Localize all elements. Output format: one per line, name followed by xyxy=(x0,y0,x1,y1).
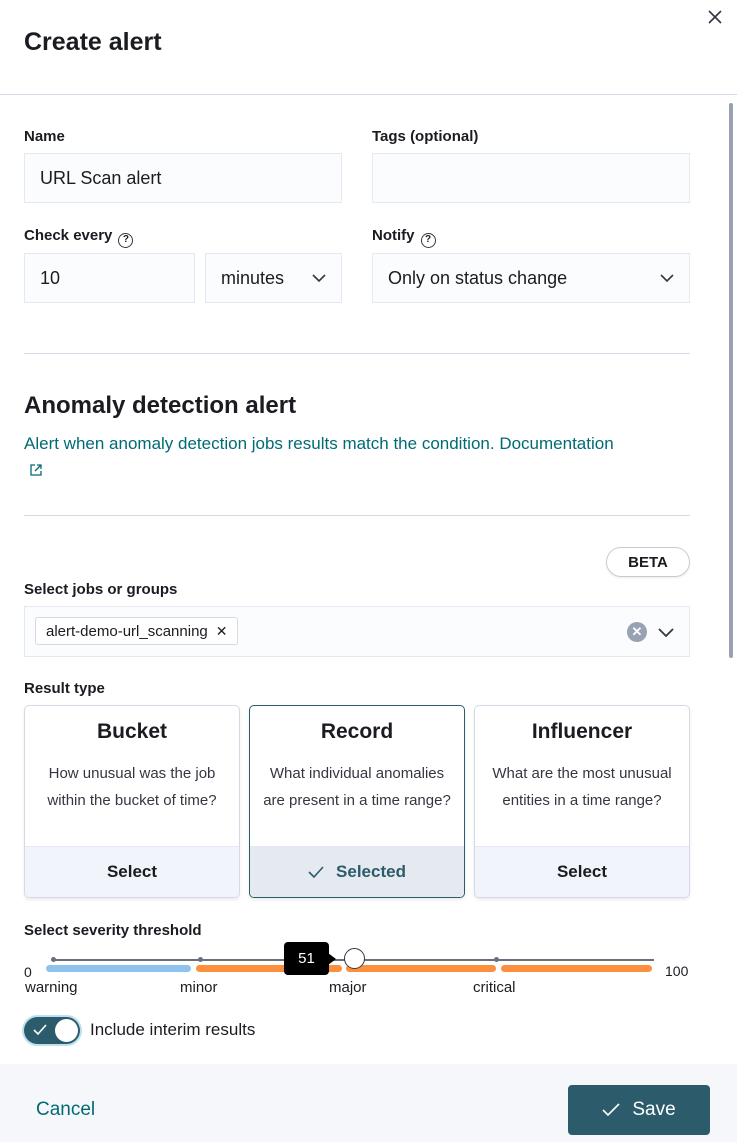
tick-warning xyxy=(51,957,56,962)
tags-label: Tags (optional) xyxy=(372,128,479,145)
card-title: Influencer xyxy=(531,720,633,743)
scrollbar[interactable] xyxy=(729,103,733,658)
range-warning xyxy=(46,965,191,972)
tick-label-warning: warning xyxy=(25,979,78,996)
card-description: What are the most unusual entities in a … xyxy=(492,765,672,809)
card-selected-button[interactable]: Selected xyxy=(250,846,464,897)
check-every-unit-select[interactable]: minutes xyxy=(205,253,342,303)
severity-label: Select severity threshold xyxy=(24,922,202,939)
help-icon[interactable]: ? xyxy=(420,233,436,248)
card-select-label: Select xyxy=(106,862,158,881)
card-description: What individual anomalies are present in… xyxy=(263,765,451,809)
tags-input[interactable] xyxy=(372,153,690,203)
close-button[interactable] xyxy=(704,6,726,28)
close-icon xyxy=(708,10,722,24)
name-input-value: URL Scan alert xyxy=(40,167,162,188)
range-major xyxy=(346,965,496,972)
job-pill: alert-demo-url_scanning ✕ xyxy=(35,617,239,645)
severity-slider[interactable]: 0 warning minor major critical 51 100 xyxy=(24,942,724,1002)
check-icon xyxy=(308,866,324,878)
description-text: Alert when anomaly detection jobs result… xyxy=(24,434,495,453)
name-label: Name xyxy=(24,128,65,145)
flyout-header: Create alert xyxy=(0,0,737,95)
result-type-label: Result type xyxy=(24,680,105,697)
check-icon xyxy=(602,1103,620,1117)
notify-label: Notify? xyxy=(372,227,436,248)
divider xyxy=(24,515,690,516)
range-max: 100 xyxy=(665,963,689,979)
notify-value: Only on status change xyxy=(388,267,568,288)
clear-icon[interactable]: ✕ xyxy=(627,622,647,642)
check-every-label: Check every? xyxy=(24,227,134,248)
result-card-influencer[interactable]: Influencer What are the most unusual ent… xyxy=(474,705,690,898)
slider-value-tooltip: 51 xyxy=(284,942,336,975)
save-button[interactable]: Save xyxy=(568,1085,710,1135)
result-card-record[interactable]: Record What individual anomalies are pre… xyxy=(249,705,465,898)
jobs-label: Select jobs or groups xyxy=(24,581,178,598)
card-select-label: Select xyxy=(556,862,608,881)
cancel-button[interactable]: Cancel xyxy=(36,1099,95,1121)
name-input[interactable]: URL Scan alert xyxy=(24,153,342,203)
chevron-down-icon xyxy=(312,274,326,283)
divider xyxy=(24,353,690,354)
slider-thumb[interactable] xyxy=(344,948,365,969)
beta-badge: BETA xyxy=(606,547,690,577)
page-title: Create alert xyxy=(24,28,162,56)
section-title: Anomaly detection alert xyxy=(24,392,297,419)
check-icon xyxy=(33,1024,47,1036)
card-description: How unusual was the job within the bucke… xyxy=(47,765,217,809)
card-title: Bucket xyxy=(96,720,168,743)
remove-job-icon[interactable]: ✕ xyxy=(216,623,228,640)
tick-label-critical: critical xyxy=(473,979,516,996)
check-every-label-text: Check every xyxy=(24,227,113,244)
notify-select[interactable]: Only on status change xyxy=(372,253,690,303)
chevron-down-icon[interactable] xyxy=(657,624,675,640)
card-select-button[interactable]: Select xyxy=(475,846,689,897)
card-title: Record xyxy=(320,720,394,743)
toggle-knob xyxy=(55,1019,78,1042)
result-card-bucket[interactable]: Bucket How unusual was the job within th… xyxy=(24,705,240,898)
interim-results-label: Include interim results xyxy=(90,1020,256,1039)
card-select-button[interactable]: Select xyxy=(25,846,239,897)
documentation-link[interactable]: Documentation xyxy=(499,434,613,453)
external-link-icon[interactable] xyxy=(29,463,43,477)
tick-label-major: major xyxy=(329,979,367,996)
check-every-input[interactable]: 10 xyxy=(24,253,195,303)
check-every-unit-value: minutes xyxy=(221,267,285,288)
tick-minor xyxy=(198,957,203,962)
tick-label-minor: minor xyxy=(180,979,218,996)
card-select-label: Selected xyxy=(336,862,406,881)
interim-results-toggle[interactable] xyxy=(24,1017,80,1044)
notify-label-text: Notify xyxy=(372,227,415,244)
section-description: Alert when anomaly detection jobs result… xyxy=(24,434,614,454)
jobs-combobox[interactable]: alert-demo-url_scanning ✕ ✕ xyxy=(24,606,690,657)
range-critical xyxy=(501,965,652,972)
range-min: 0 xyxy=(24,964,32,980)
job-pill-label: alert-demo-url_scanning xyxy=(46,622,208,640)
save-label: Save xyxy=(632,1099,676,1120)
check-every-value: 10 xyxy=(40,267,61,288)
tick-critical xyxy=(494,957,499,962)
help-icon[interactable]: ? xyxy=(118,233,134,248)
chevron-down-icon xyxy=(660,274,674,283)
